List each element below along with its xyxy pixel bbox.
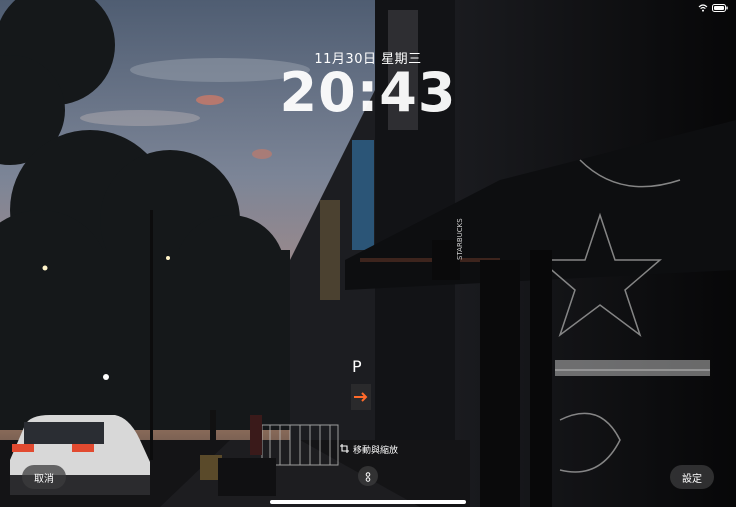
settings-button[interactable]: 設定 [670,465,714,489]
parking-sign: P [352,357,362,376]
adjust-icon [364,467,372,486]
wifi-icon [698,0,708,16]
crop-icon [340,443,349,456]
status-bar [698,0,728,12]
lock-time[interactable]: 20:43 [0,66,736,120]
move-zoom-hint: 移動與縮放 [340,443,398,456]
cancel-button[interactable]: 取消 [22,465,66,489]
home-indicator[interactable] [270,500,466,504]
move-zoom-label: 移動與縮放 [353,446,399,456]
adjust-button[interactable] [358,466,378,486]
store-sign-text: STARBUCKS [456,218,464,260]
lock-screen-editor: STARBUCKS P 11月30日 星期三 20:43 移動與縮放 取消 設定 [0,0,736,507]
battery-icon [712,0,728,16]
